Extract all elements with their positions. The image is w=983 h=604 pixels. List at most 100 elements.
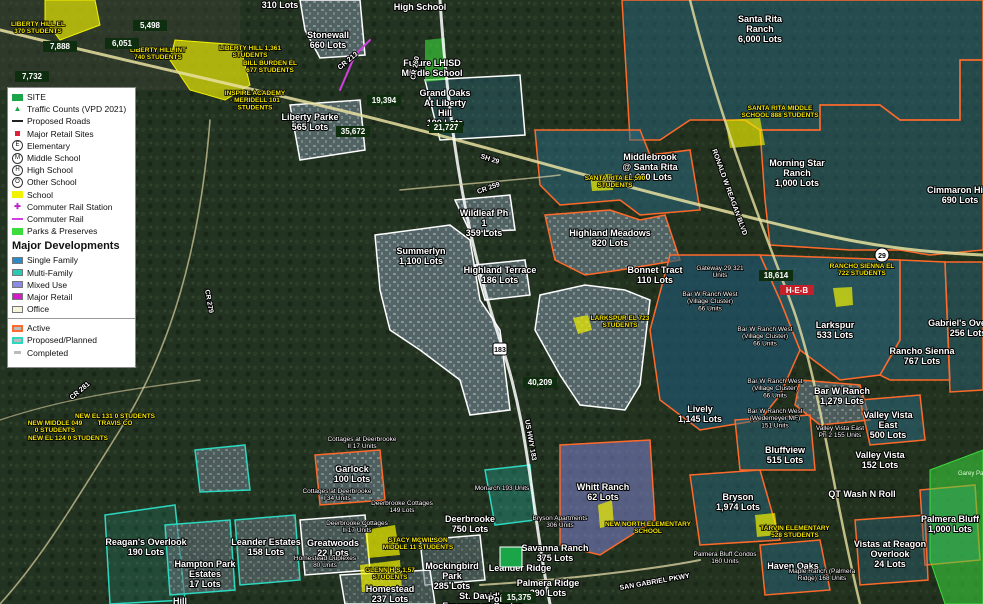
legend-devtype-0: Single Family — [12, 254, 131, 266]
legend-label: Office — [27, 304, 50, 315]
commuter-rail-line — [12, 217, 23, 220]
dev-detail: 100 Lots — [334, 474, 371, 484]
legend-devtype-4: Office — [12, 303, 131, 315]
traffic-count-value: 40,209 — [528, 378, 553, 387]
status-swatch — [12, 336, 23, 344]
elementary-school-icon: E — [12, 140, 23, 152]
legend-item-4: E Elementary — [12, 140, 131, 152]
school-label-14: STACY MCWILSON MIDDLE 11 STUDENTS — [383, 537, 454, 551]
dev-detail: 6,000 Lots — [738, 34, 782, 44]
legend-label: Middle School — [27, 153, 81, 164]
park-label-garey: Garey Park — [958, 471, 983, 477]
retail-heb-label: H-E-B — [786, 286, 808, 295]
legend-label: Other School — [27, 177, 77, 188]
school-label-7: RANCHO SIENNA EL 722 STUDENTS — [830, 263, 895, 277]
dev-detail: 1,145 Lots — [678, 414, 722, 424]
dev-name: Deerbrooke — [445, 514, 495, 524]
dev-label-19[interactable]: Bar W Ranch1,279 Lots — [813, 385, 871, 407]
traffic-count-7: 18,614 — [759, 270, 793, 281]
dev-name: Bonnet Tract — [627, 265, 682, 275]
dev-detail: 500 Lots — [870, 430, 907, 440]
dev-detail: 359 Lots — [466, 228, 503, 238]
dev-detail: 1,000 Lots — [775, 178, 819, 188]
dev-detail: 750 Lots — [452, 524, 489, 534]
traffic-count-value: 7,888 — [50, 42, 71, 51]
legend-label: Proposed Roads — [27, 116, 91, 127]
dev-detail: 256 Lots — [950, 328, 983, 338]
legend-label: Mixed Use — [27, 279, 68, 290]
legend-status-2: Completed — [12, 347, 131, 359]
retail-heb-marker[interactable]: H-E-B — [780, 285, 814, 295]
dev-name: Middlebrook @ Santa Rita — [622, 152, 678, 172]
dev-label-35[interactable]: Homestead237 Lots — [365, 583, 416, 604]
school-label-10: NEW EL 124 0 STUDENTS — [28, 435, 109, 442]
shield-183: 183 — [492, 342, 508, 356]
dev-label-26[interactable]: Bryson1,974 Lots — [715, 491, 761, 513]
parks-swatch — [12, 227, 23, 235]
dev-detail: 660 Lots — [310, 40, 347, 50]
dev-label-15[interactable]: Larkspur533 Lots — [815, 319, 856, 341]
dev-label-12[interactable]: Summerlyn1,100 Lots — [395, 245, 446, 267]
status-swatch — [12, 324, 23, 332]
dev-name: Summerlyn — [396, 246, 445, 256]
school-label-0: LIBERTY HILL EL 370 STUDENTS — [11, 21, 65, 35]
school-label-5: SANTA RITA MIDDLE SCHOOL 888 STUDENTS — [741, 105, 819, 119]
site-swatch — [12, 93, 23, 101]
traffic-count-value: 15,375 — [507, 593, 532, 602]
legend-label: Major Retail — [27, 291, 73, 302]
legend-label: Completed — [27, 347, 69, 358]
school-area-rancho-sienna — [833, 287, 853, 307]
legend-item-6: H High School — [12, 164, 131, 176]
status-swatch — [12, 349, 23, 357]
dev-type-swatch — [12, 305, 23, 313]
legend-item-1: ▲ Traffic Counts (VPD 2021) — [12, 103, 131, 115]
dev-label-3[interactable]: 310 Lots — [261, 0, 300, 11]
traffic-count-8: 40,209 — [523, 377, 557, 388]
dev-whitt-ranch[interactable] — [194, 444, 251, 493]
shield-29-label: 29 — [878, 253, 886, 260]
middle-school-icon: M — [12, 152, 23, 164]
dev-label-21[interactable]: Bluffview515 Lots — [764, 444, 807, 466]
dev-name: Cimmaron Hills — [927, 185, 983, 195]
dev-label-1[interactable]: High School — [393, 1, 448, 13]
legend-devtype-3: Major Retail — [12, 291, 131, 303]
dev-name: Stonewall — [307, 30, 349, 40]
school-area-swatch — [12, 191, 23, 199]
dev-label-23[interactable]: Garlock100 Lots — [333, 463, 372, 485]
legend-item-9: ✚ Commuter Rail Station — [12, 201, 131, 213]
dev-label-22[interactable]: Valley Vista152 Lots — [854, 449, 906, 471]
traffic-count-0: 5,498 — [133, 20, 167, 31]
unit-label-6: Monarch 193 Units — [475, 485, 530, 492]
dev-name: Leander Estates — [231, 537, 301, 547]
dev-label-27[interactable]: QT Wash N Roll — [827, 488, 896, 500]
dev-label-2[interactable]: Stonewall660 Lots — [306, 29, 350, 51]
retail-site-square — [15, 131, 20, 137]
traffic-count-3: 7,732 — [15, 71, 49, 82]
traffic-count-5: 35,672 — [336, 126, 370, 137]
dev-detail: 190 Lots — [128, 547, 165, 557]
traffic-count-value: 21,727 — [434, 123, 459, 132]
dev-name: 310 Lots — [262, 0, 299, 10]
dev-detail: 375 Lots — [537, 553, 574, 563]
dev-label-28[interactable]: Palmera Bluff1,000 Lots — [920, 513, 981, 535]
dev-label-25[interactable]: Deerbrooke750 Lots — [444, 513, 496, 535]
dev-name: Valley Vista — [855, 450, 905, 460]
dev-name: Bryson — [722, 492, 753, 502]
legend-major-header: Major Developments — [12, 240, 120, 253]
dev-name: Palmera Bluff — [921, 514, 980, 524]
dev-type-swatch — [12, 256, 23, 264]
legend-label: Proposed/Planned — [27, 335, 97, 346]
dev-detail: 237 Lots — [372, 594, 409, 604]
traffic-count-value: 19,394 — [372, 96, 397, 105]
rail-station-cross-icon: ✚ — [14, 201, 21, 211]
site-marker[interactable] — [499, 546, 523, 568]
dev-name: Bluffview — [765, 445, 806, 455]
dev-detail: 62 Lots — [587, 492, 619, 502]
dev-label-42[interactable]: Hill — [172, 595, 188, 604]
map-canvas[interactable]: Santa Rita Ranch6,000 LotsHigh SchoolSton… — [0, 0, 983, 604]
dev-name: QT Wash N Roll — [828, 489, 895, 499]
dev-name: Highland Terrace — [464, 265, 537, 275]
unit-label-14: Maple Ranch (Palmera Ridge) 168 Units — [789, 568, 856, 582]
dev-name: Liberty Parke — [281, 112, 338, 122]
legend-label: Traffic Counts (VPD 2021) — [27, 104, 127, 115]
